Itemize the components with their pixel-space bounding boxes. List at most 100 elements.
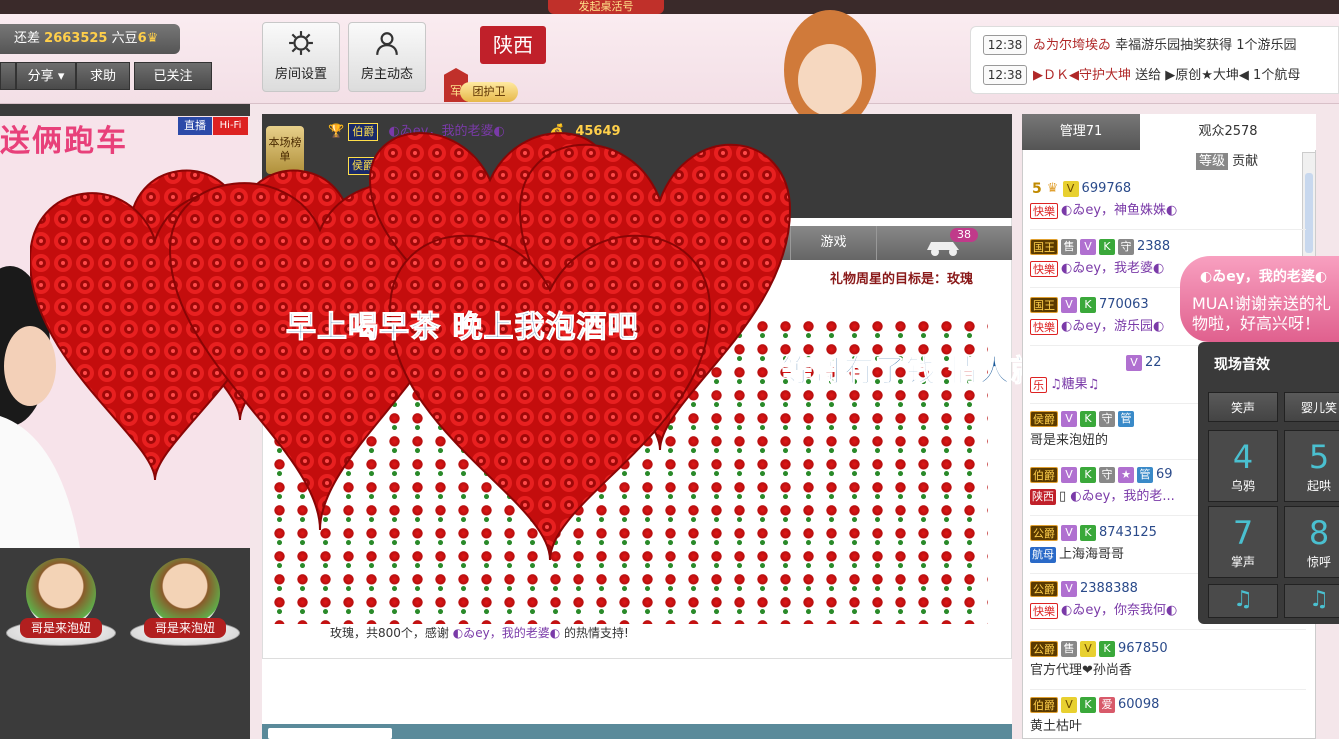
sort-bar: 等级 贡献 [1196, 150, 1258, 170]
sort-contrib-button[interactable]: 贡献 [1232, 154, 1258, 169]
user-id: 22 [1145, 355, 1162, 370]
left-edge-button[interactable] [0, 62, 16, 90]
k-icon: K [1080, 296, 1096, 313]
streamer-image [0, 266, 80, 548]
user-id: 699768 [1081, 181, 1132, 196]
user-id: 770063 [1099, 297, 1149, 312]
title-badge: 公爵 [1030, 524, 1058, 541]
scroll-thumb[interactable] [1305, 173, 1313, 253]
vip-icon: V [1061, 524, 1077, 541]
sfx-laugh-button[interactable]: 笑声 [1208, 392, 1278, 422]
seat-name: 哥是来泡妞 [20, 618, 102, 638]
sfx-pad[interactable]: 8 惊呼 [1284, 506, 1339, 578]
tab-game[interactable]: 游戏 [790, 226, 876, 260]
user-id: 8743125 [1099, 525, 1157, 540]
bubble-title: ◐ゐey，我的老婆◐ [1200, 269, 1328, 285]
video-stream[interactable] [0, 116, 250, 548]
thanks-prefix: 玫瑰，共800个，感谢 [330, 626, 449, 640]
help-button[interactable]: 求助 [76, 62, 130, 90]
notice-user[interactable]: ゐ为尔垮埃ゐ [1033, 38, 1111, 53]
tab-car[interactable] [876, 226, 1012, 260]
province-badge: 陕西 [480, 26, 546, 64]
vip-icon: V [1061, 580, 1077, 597]
thanks-suffix: 的热情支持! [564, 626, 629, 640]
pad-number: 5 [1308, 438, 1330, 476]
user-tag: 陕西 [1030, 488, 1056, 505]
notice-user[interactable]: ▶ＤＫ◀守护大坤 [1033, 68, 1131, 83]
sort-level-button[interactable]: 等级 [1196, 153, 1229, 170]
love-icon: 爱 [1099, 696, 1115, 713]
k-icon: K [1080, 410, 1096, 427]
seat-avatar[interactable]: 哥是来泡妞 [130, 558, 240, 652]
vip-icon: V [1126, 354, 1142, 371]
sfx-pad[interactable]: 5 起哄 [1284, 430, 1339, 502]
music-note-icon: ♫ [1233, 587, 1253, 612]
vip-icon: V [1061, 410, 1077, 427]
rank-level-text: 六豆 [111, 31, 138, 46]
guard-label: 团护卫 [460, 82, 518, 102]
list-item[interactable]: 5 ♛ V 699768 快樂 ◐ゐey，神鱼姝姝◐ [1030, 174, 1306, 230]
trophy-icon: 🏆 [328, 124, 345, 139]
crown-icon: ♛ [146, 31, 159, 46]
car-count-badge: 38 [950, 228, 978, 242]
title-badge: 国王 [1030, 296, 1058, 313]
list-item[interactable]: 公爵售 V K 967850 官方代理❤孙尚香 [1030, 634, 1306, 690]
user-tag: 快樂 [1030, 202, 1058, 219]
host-news-button[interactable]: 房主动态 [348, 22, 426, 92]
k-icon: K [1080, 524, 1096, 541]
hifi-badge[interactable]: Hi-Fi [213, 117, 248, 135]
pad-label: 起哄 [1306, 479, 1331, 493]
rank-prefix: 还差 [14, 31, 41, 46]
admin-icon: 管 [1118, 410, 1134, 427]
live-badge[interactable]: 直播 [178, 117, 212, 135]
chevron-down-icon: ▾ [57, 69, 65, 84]
bubble-text: MUA!谢谢亲送的礼物啦，好高兴呀！ [1192, 294, 1331, 333]
share-button[interactable]: 分享 ▾ [16, 62, 76, 90]
rank-gap-display: 还差 2663525 六豆6♛ [0, 24, 180, 54]
user-tag: 快樂 [1030, 318, 1058, 335]
k-icon: K [1080, 696, 1096, 713]
sfx-pad[interactable]: 7 掌声 [1208, 506, 1278, 578]
guard-icon: 守 [1099, 410, 1115, 427]
ranking-badge[interactable]: 本场榜单 [266, 126, 304, 174]
thanks-user[interactable]: ◐ゐey，我的老婆◐ [453, 626, 560, 640]
tab-admin[interactable]: 管理71 [1022, 114, 1140, 150]
sale-icon: 售 [1061, 238, 1077, 255]
user-tag: 航母 [1030, 546, 1056, 563]
tab-audience[interactable]: 观众2578 [1140, 114, 1316, 150]
pad-label: 惊呼 [1306, 555, 1331, 569]
rank-number: 2663525 [44, 31, 108, 46]
level-number: 5 [1032, 180, 1042, 197]
sfx-music-pad[interactable]: ♫ [1284, 584, 1339, 618]
vip-icon: V [1080, 640, 1096, 657]
user-id: 2388388 [1080, 581, 1138, 596]
user-name: 黄土枯叶 [1030, 719, 1083, 734]
vip-icon: V [1061, 296, 1077, 313]
title-badge: 伯爵 [1030, 466, 1058, 483]
top-banner[interactable]: 发起桌活号 [548, 0, 664, 14]
user-id: 60098 [1118, 697, 1160, 712]
title-badge: 侯爵 [1030, 410, 1058, 427]
chat-area[interactable] [262, 658, 1012, 724]
k-icon: K [1099, 238, 1115, 255]
sfx-pad[interactable]: 4 乌鸦 [1208, 430, 1278, 502]
guard-button[interactable]: 军 团护卫 [444, 68, 518, 102]
list-item[interactable]: 伯爵 V K 爱 60098 黄土枯叶 [1030, 690, 1306, 739]
follow-button[interactable]: 已关注 [134, 62, 212, 90]
seat-avatar[interactable]: 哥是来泡妞 [6, 558, 116, 652]
ranking-row[interactable]: 🏆 伯爵 ◐ゐey，我的老婆◐ 💰 45649 [328, 120, 621, 144]
sfx-baby-laugh-button[interactable]: 婴儿笑 [1284, 392, 1339, 422]
user-tag: 乐 [1030, 376, 1047, 393]
chat-target-select[interactable] [268, 728, 392, 739]
sfx-music-pad[interactable]: ♫ [1208, 584, 1278, 618]
vip-icon: V [1080, 238, 1096, 255]
ranking-name: ◐ゐey，我的老婆◐ [388, 124, 505, 139]
room-settings-button[interactable]: 房间设置 [262, 22, 340, 92]
seat-name: 哥是来泡妞 [144, 618, 226, 638]
pad-number: 4 [1232, 438, 1254, 476]
gear-icon [289, 31, 313, 55]
weekly-star-target: 礼物周星的目标是：玫瑰 [830, 272, 974, 287]
ranking-row[interactable]: 侯爵 [328, 154, 384, 178]
title-badge: 公爵 [1030, 640, 1058, 657]
room-settings-label: 房间设置 [274, 67, 327, 82]
